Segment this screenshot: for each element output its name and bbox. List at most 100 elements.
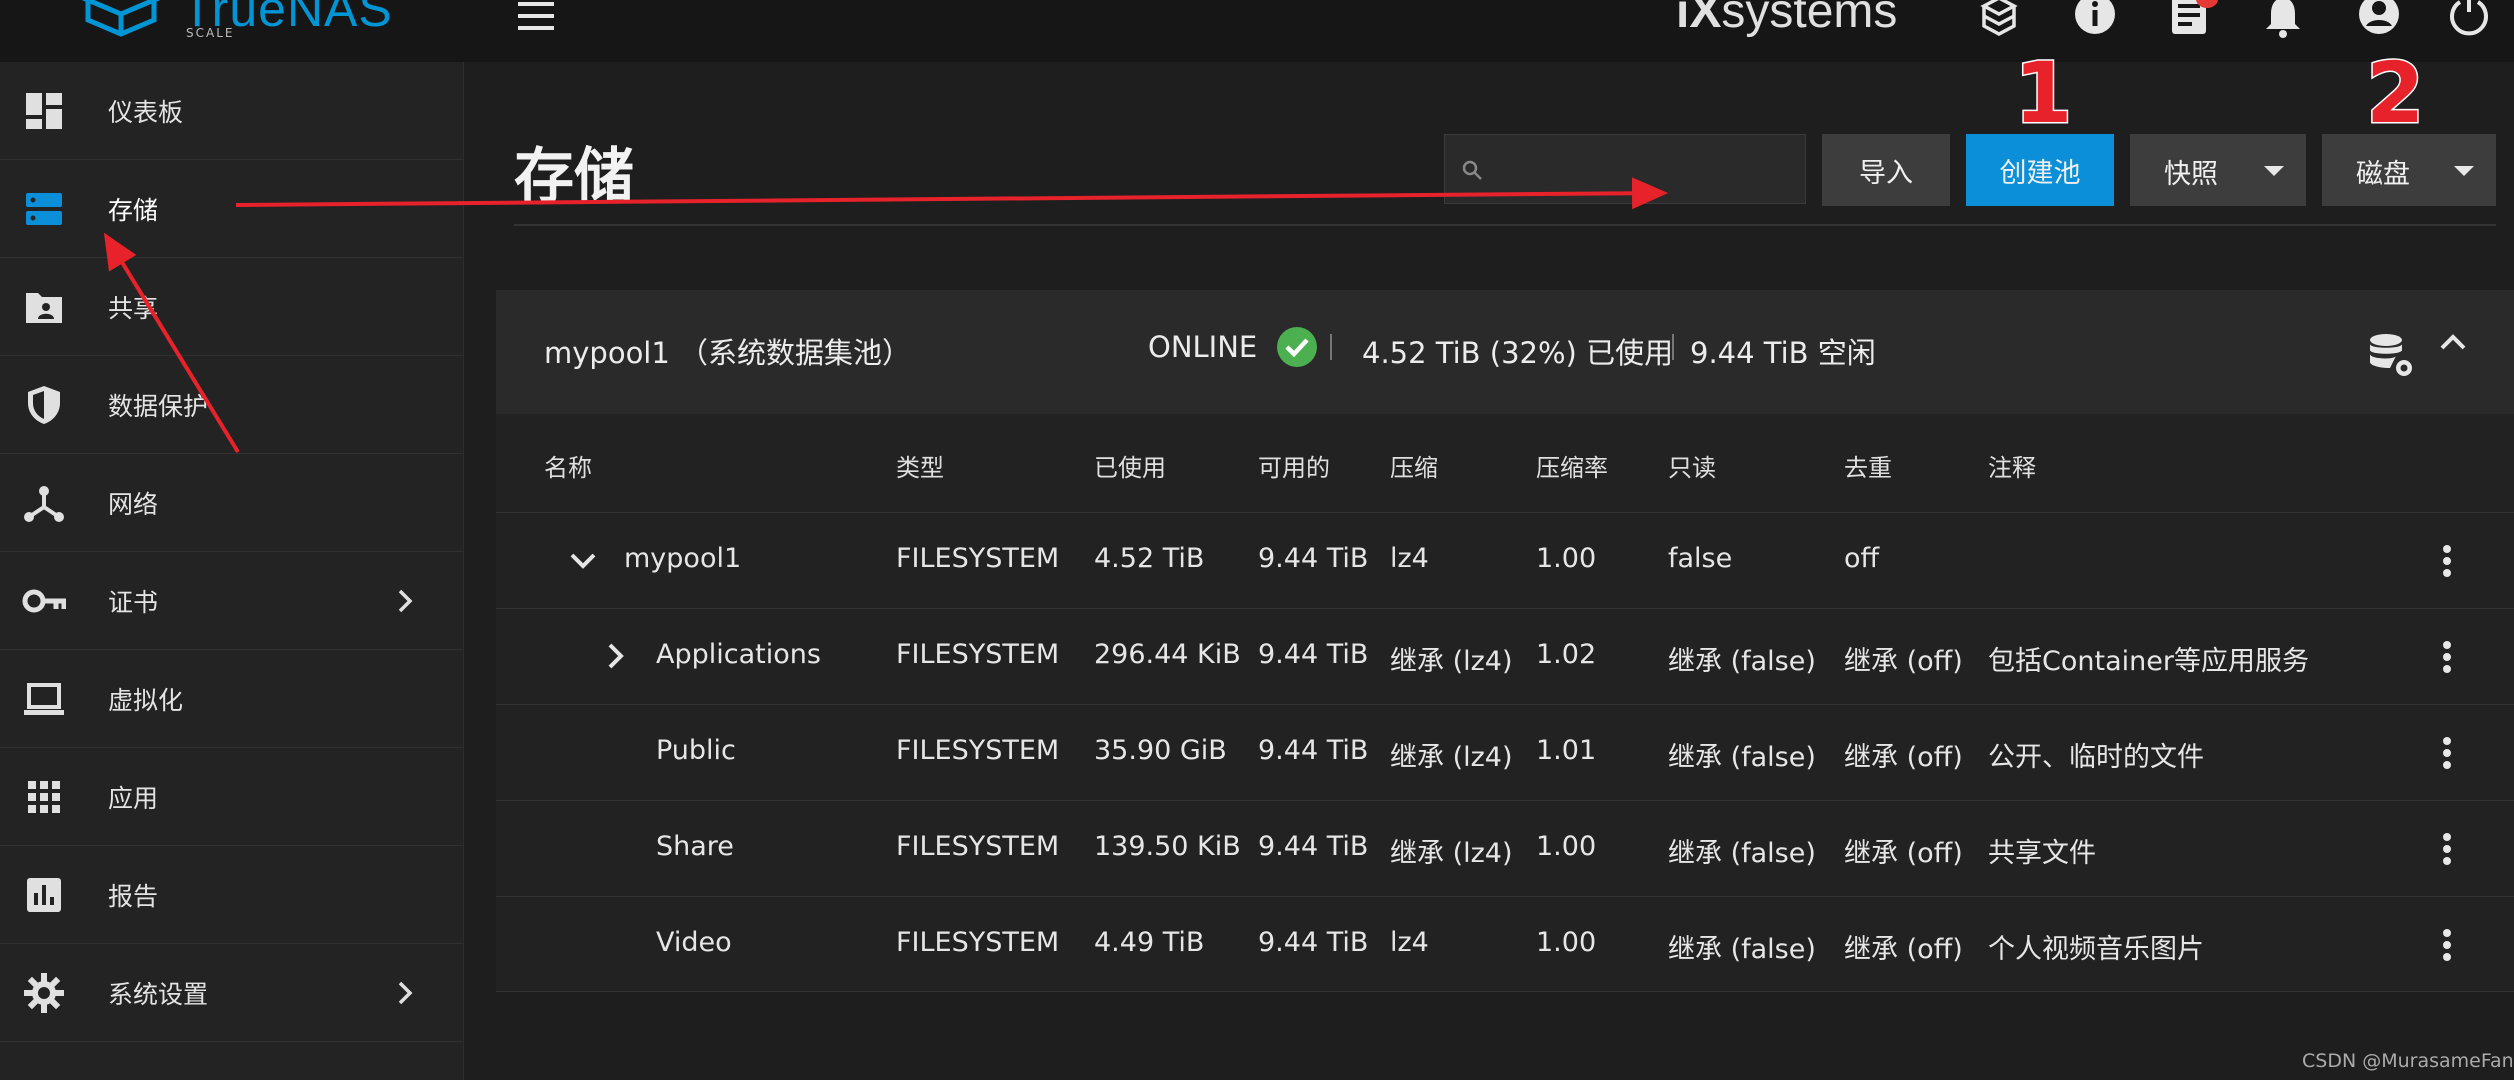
table-row[interactable]: Video FILESYSTEM 4.49 TiB 9.44 TiB lz4 1… [496, 896, 2514, 992]
cell-ratio: 1.00 [1536, 543, 1597, 574]
more-options-icon[interactable] [2432, 733, 2462, 773]
cell-ratio: 1.00 [1536, 831, 1597, 862]
cell-comment: 包括Container等应用服务 [1988, 646, 2309, 677]
cell-dedup: 继承 (off) [1844, 838, 1963, 869]
cell-ratio: 1.02 [1536, 639, 1597, 670]
create-pool-button[interactable]: 创建池 [1966, 134, 2114, 206]
column-header-type[interactable]: 类型 [896, 448, 944, 483]
cell-available: 9.44 TiB [1258, 927, 1369, 958]
cell-name: Video [656, 927, 732, 958]
sidebar-item-label: 虚拟化 [108, 685, 184, 715]
chevron-down-icon[interactable] [566, 543, 600, 577]
cell-name: mypool1 [624, 543, 742, 574]
check-circle-icon [1277, 327, 1317, 367]
sidebar-item-label: 报告 [108, 881, 159, 911]
cell-comment: 个人视频音乐图片 [1988, 934, 2204, 965]
cell-compression: lz4 [1390, 927, 1429, 958]
chevron-up-icon[interactable] [2436, 326, 2470, 360]
chevron-right-icon[interactable] [598, 639, 632, 673]
disks-dropdown-button[interactable]: 磁盘 [2322, 134, 2496, 206]
hamburger-menu-button[interactable] [514, 0, 558, 34]
info-icon[interactable] [2072, 0, 2118, 40]
table-row[interactable]: Share FILESYSTEM 139.50 KiB 9.44 TiB 继承 … [496, 800, 2514, 896]
cell-available: 9.44 TiB [1258, 543, 1369, 574]
cell-name: Applications [656, 639, 821, 670]
search-icon [1462, 160, 1482, 180]
snapshot-dropdown-button[interactable]: 快照 [2130, 134, 2306, 206]
more-options-icon[interactable] [2432, 541, 2462, 581]
more-options-icon[interactable] [2432, 829, 2462, 869]
column-header-name[interactable]: 名称 [544, 448, 592, 483]
shield-icon [22, 383, 66, 427]
cell-name: Share [656, 831, 734, 862]
sidebar-item-apps[interactable]: 应用 [0, 748, 464, 846]
pool-settings-icon[interactable] [2368, 332, 2414, 378]
cell-name: Public [656, 735, 736, 766]
import-button[interactable]: 导入 [1822, 134, 1950, 206]
sidebar-item-virtualization[interactable]: 虚拟化 [0, 650, 464, 748]
laptop-icon [22, 677, 66, 721]
sidebar-item-network[interactable]: 网络 [0, 454, 464, 552]
account-icon[interactable] [2356, 0, 2402, 40]
column-header-used[interactable]: 已使用 [1094, 448, 1166, 483]
sidebar-item-data-protection[interactable]: 数据保护 [0, 356, 464, 454]
top-bar: TrueNAS SCALE iXsystems [0, 0, 2514, 62]
column-header-compression-ratio[interactable]: 压缩率 [1536, 448, 1608, 483]
cell-used: 4.49 TiB [1094, 927, 1205, 958]
separator [1672, 334, 1674, 360]
apps-grid-icon [22, 775, 66, 819]
table-row[interactable]: mypool1 FILESYSTEM 4.52 TiB 9.44 TiB lz4… [496, 512, 2514, 608]
bell-icon[interactable] [2260, 0, 2306, 40]
cell-readonly: false [1668, 543, 1733, 574]
watermark: CSDN @MurasameFan [2302, 1050, 2514, 1072]
truenas-logo[interactable]: TrueNAS SCALE [78, 0, 392, 42]
key-icon [22, 579, 67, 623]
search-input[interactable] [1491, 135, 1791, 203]
more-options-icon[interactable] [2432, 925, 2462, 965]
sidebar-item-label: 网络 [108, 489, 159, 519]
cell-dedup: 继承 (off) [1844, 646, 1963, 677]
cell-readonly: 继承 (false) [1668, 646, 1816, 677]
annotation-label-2: 2 [2364, 43, 2425, 144]
sidebar-item-storage[interactable]: 存储 [0, 160, 464, 258]
sidebar-item-shares[interactable]: 共享 [0, 258, 464, 356]
column-header-dedup[interactable]: 去重 [1844, 448, 1892, 483]
sidebar-item-reporting[interactable]: 报告 [0, 846, 464, 944]
page-title: 存储 [514, 142, 634, 212]
more-options-icon[interactable] [2432, 637, 2462, 677]
logo-subtitle: SCALE [186, 26, 235, 40]
cell-dedup: 继承 (off) [1844, 742, 1963, 773]
header-divider [514, 224, 2496, 226]
cell-dedup: 继承 (off) [1844, 934, 1963, 965]
cell-used: 35.90 GiB [1094, 735, 1227, 766]
sidebar-item-certificates[interactable]: 证书 [0, 552, 464, 650]
search-field[interactable] [1444, 134, 1806, 204]
network-icon [22, 481, 66, 525]
sidebar-item-label: 存储 [108, 195, 159, 225]
column-header-readonly[interactable]: 只读 [1668, 448, 1716, 483]
cell-used: 296.44 KiB [1094, 639, 1241, 670]
cell-compression: lz4 [1390, 543, 1429, 574]
import-button-label: 导入 [1859, 157, 1913, 189]
sidebar-item-system-settings[interactable]: 系统设置 [0, 944, 464, 1042]
pool-used: 4.52 TiB (32%) 已使用 [1362, 336, 1674, 370]
table-row[interactable]: Applications FILESYSTEM 296.44 KiB 9.44 … [496, 608, 2514, 704]
truecommand-icon[interactable] [1976, 0, 2022, 40]
cell-available: 9.44 TiB [1258, 639, 1369, 670]
ixsystems-brand[interactable]: iXsystems [1676, 0, 1897, 39]
column-header-compression[interactable]: 压缩 [1390, 448, 1438, 483]
cell-compression: 继承 (lz4) [1390, 742, 1513, 773]
power-icon[interactable] [2446, 0, 2492, 40]
column-header-available[interactable]: 可用的 [1258, 448, 1330, 483]
cell-readonly: 继承 (false) [1668, 934, 1816, 965]
sidebar-item-dashboard[interactable]: 仪表板 [0, 62, 464, 160]
separator [1330, 334, 1332, 360]
chevron-right-icon [390, 586, 420, 616]
brand-suffix: systems [1721, 0, 1898, 38]
column-header-comments[interactable]: 注释 [1988, 448, 2036, 483]
gear-icon [22, 971, 66, 1015]
caret-down-icon [2454, 166, 2474, 176]
storage-icon [22, 187, 66, 231]
table-row[interactable]: Public FILESYSTEM 35.90 GiB 9.44 TiB 继承 … [496, 704, 2514, 800]
cell-available: 9.44 TiB [1258, 735, 1369, 766]
